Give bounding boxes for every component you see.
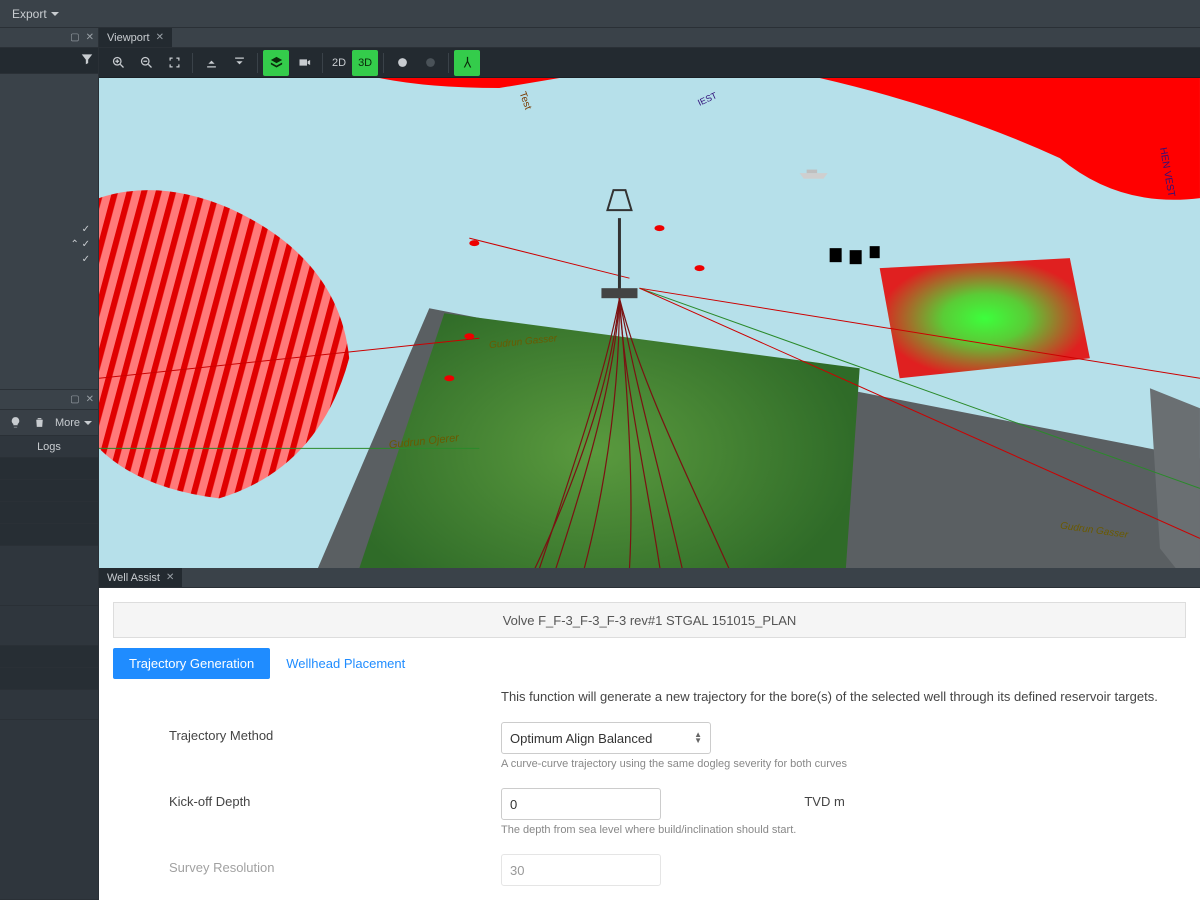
well-icon: [460, 55, 475, 70]
caret-down-icon: [84, 421, 92, 425]
zoom-out-button[interactable]: [133, 50, 159, 76]
tree-check-1[interactable]: ✓: [82, 224, 90, 235]
arrows-down-icon: [232, 55, 247, 70]
camera-icon: [297, 55, 312, 70]
tree-check-3[interactable]: ✓: [82, 254, 90, 265]
menu-export-label: Export: [12, 7, 47, 21]
select-trajectory-method[interactable]: Optimum Align Balanced ▲▼: [501, 722, 711, 754]
tab-trajectory-generation[interactable]: Trajectory Generation: [113, 648, 270, 679]
filter-row: [0, 48, 98, 74]
arrows-down-button[interactable]: [226, 50, 252, 76]
scene-panel-controls: ▢ ✕: [0, 28, 98, 48]
hint-kickoff-depth: The depth from sea level where build/inc…: [501, 824, 796, 836]
sphere-light-button[interactable]: [389, 50, 415, 76]
close-icon[interactable]: ✕: [166, 572, 174, 583]
panel-close-icon[interactable]: ✕: [86, 394, 94, 405]
delete-button[interactable]: [30, 413, 48, 433]
lightbulb-button[interactable]: [6, 413, 24, 433]
mode-3d-button[interactable]: 3D: [352, 50, 378, 76]
well-assist-tab-label: Well Assist: [107, 572, 160, 584]
fullscreen-icon: [167, 55, 182, 70]
label-survey-resolution: Survey Resolution: [169, 854, 483, 875]
scene-canvas: Gudrun Ojerer Gudrun Gasser Gudrun Gasse…: [99, 78, 1200, 568]
select-arrows-icon: ▲▼: [694, 732, 702, 744]
panel-close-icon[interactable]: ✕: [86, 32, 94, 43]
hint-trajectory-method: A curve-curve trajectory using the same …: [501, 758, 1186, 770]
scene-tree[interactable]: ✓ ⌃ ✓ ✓: [0, 74, 98, 389]
zoom-in-button[interactable]: [105, 50, 131, 76]
bottom-tabbar: Well Assist ✕: [99, 568, 1200, 588]
panel-popout-icon[interactable]: ▢: [70, 394, 79, 405]
list-item[interactable]: [0, 668, 98, 690]
list-item[interactable]: [0, 720, 98, 900]
list-item[interactable]: [0, 480, 98, 502]
logs-list[interactable]: [0, 458, 98, 900]
zoom-out-icon: [139, 55, 154, 70]
well-button[interactable]: [454, 50, 480, 76]
list-item[interactable]: [0, 606, 98, 646]
menubar: Export: [0, 0, 1200, 28]
viewport-tab-label: Viewport: [107, 32, 150, 44]
more-label: More: [55, 417, 80, 429]
tab-wellhead-placement[interactable]: Wellhead Placement: [270, 648, 421, 679]
mode-2d-button[interactable]: 2D: [328, 57, 350, 69]
menu-export[interactable]: Export: [4, 3, 67, 25]
viewport-3d[interactable]: Gudrun Ojerer Gudrun Gasser Gudrun Gasse…: [99, 78, 1200, 568]
list-item[interactable]: [0, 646, 98, 668]
viewport-tabbar: Viewport ✕: [99, 28, 1200, 48]
zoom-in-icon: [111, 55, 126, 70]
fullscreen-button[interactable]: [161, 50, 187, 76]
well-assist-panel: Volve F_F-3_F-3_F-3 rev#1 STGAL 151015_P…: [99, 588, 1200, 900]
trash-icon: [33, 416, 46, 429]
funnel-icon: [80, 52, 94, 66]
sidebar-left: ▢ ✕ ✓ ⌃ ✓ ✓ ▢ ✕: [0, 28, 99, 900]
list-item[interactable]: [0, 458, 98, 480]
close-icon[interactable]: ✕: [156, 32, 164, 43]
logs-label: Logs: [37, 441, 61, 453]
list-item[interactable]: [0, 524, 98, 546]
tree-check-2[interactable]: ⌃ ✓: [70, 239, 90, 250]
list-item[interactable]: [0, 690, 98, 720]
label-kickoff-depth: Kick-off Depth: [169, 788, 483, 809]
sphere-icon: [395, 55, 410, 70]
label-trajectory-method: Trajectory Method: [169, 722, 483, 743]
list-item[interactable]: [0, 502, 98, 524]
sphere-shaded-icon: [423, 55, 438, 70]
lightbulb-icon: [9, 416, 22, 429]
input-kickoff-depth[interactable]: [501, 788, 661, 820]
camera-button[interactable]: [291, 50, 317, 76]
list-item[interactable]: [0, 546, 98, 606]
panel-popout-icon[interactable]: ▢: [70, 32, 79, 43]
layers-icon: [269, 55, 284, 70]
select-value: Optimum Align Balanced: [510, 731, 652, 746]
caret-down-icon: [51, 12, 59, 16]
tab-well-assist[interactable]: Well Assist ✕: [99, 568, 183, 587]
unit-kickoff: TVD m: [804, 788, 844, 809]
arrows-up-button[interactable]: [198, 50, 224, 76]
layers-button[interactable]: [263, 50, 289, 76]
filter-button[interactable]: [80, 52, 94, 69]
tab-logs[interactable]: Logs: [0, 436, 98, 458]
sphere-dark-button[interactable]: [417, 50, 443, 76]
more-button[interactable]: More: [55, 417, 92, 429]
props-panel-controls: ▢ ✕: [0, 390, 98, 410]
tab-viewport[interactable]: Viewport ✕: [99, 28, 173, 47]
well-title: Volve F_F-3_F-3_F-3 rev#1 STGAL 151015_P…: [113, 602, 1186, 638]
arrows-up-icon: [204, 55, 219, 70]
properties-panel: ▢ ✕ More Logs: [0, 389, 98, 900]
input-survey-resolution[interactable]: [501, 854, 661, 886]
viewport-toolbar: 2D 3D: [99, 48, 1200, 78]
function-description: This function will generate a new trajec…: [501, 689, 1186, 704]
